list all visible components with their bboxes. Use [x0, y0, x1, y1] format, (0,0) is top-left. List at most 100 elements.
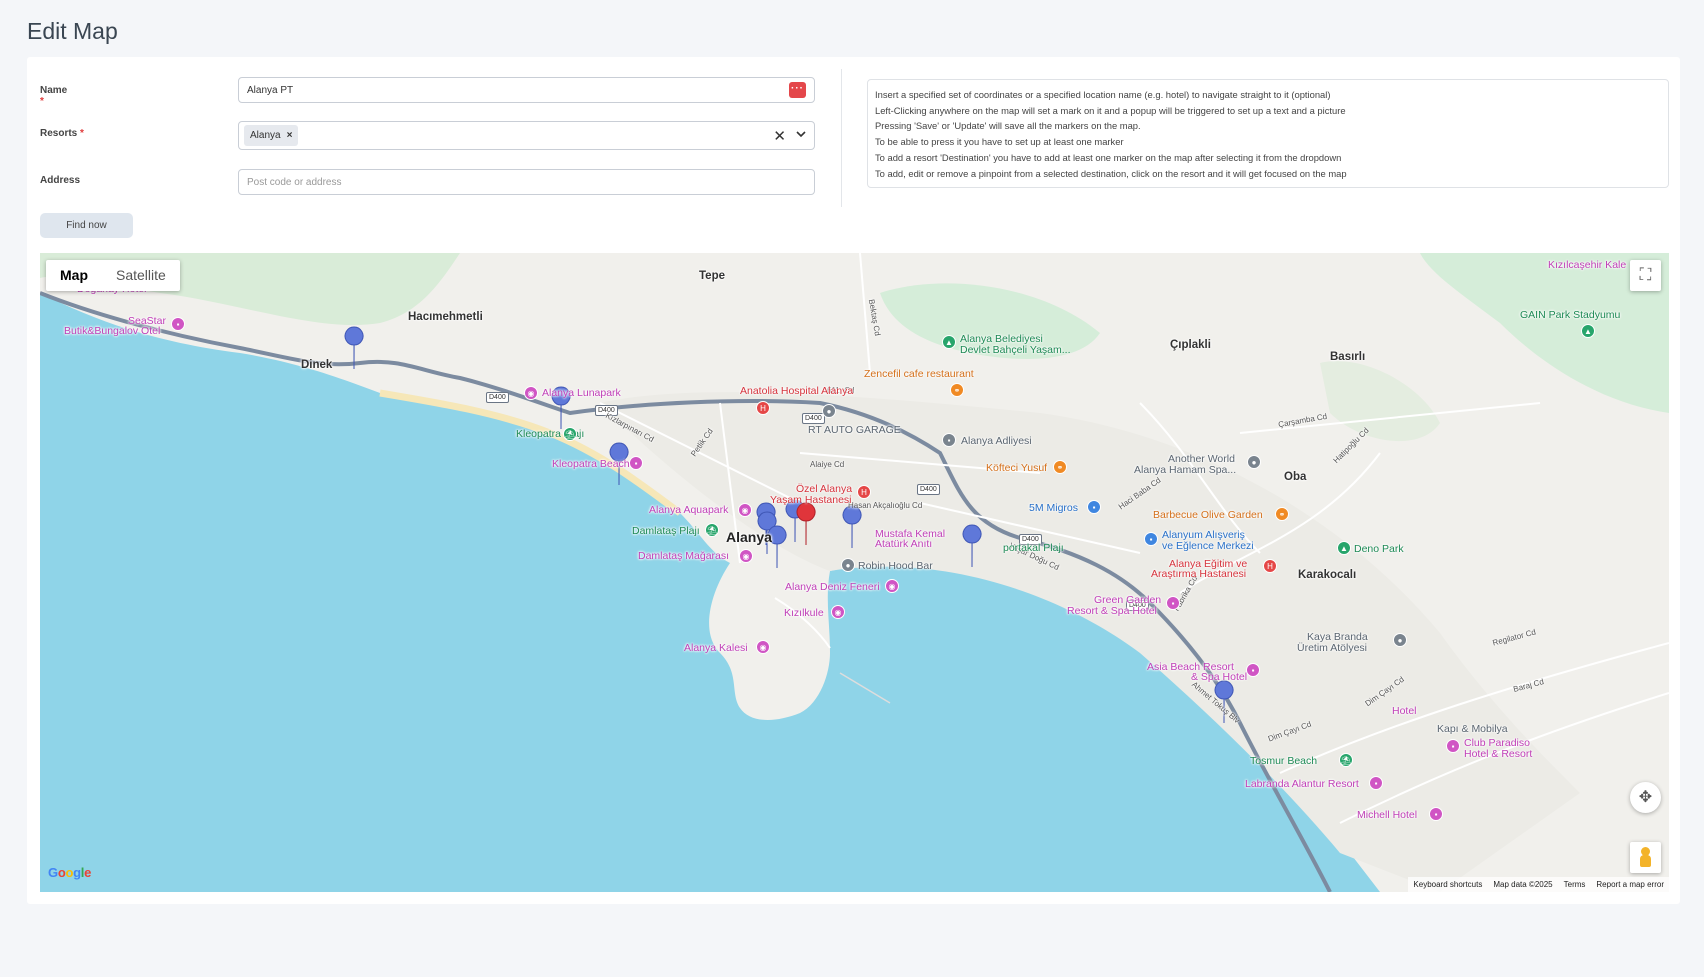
- hotel-icon[interactable]: ▪: [1166, 596, 1180, 610]
- poi-label[interactable]: Zencefil cafe restaurant: [864, 368, 974, 380]
- place-label: Basırlı: [1330, 351, 1366, 363]
- poi-label[interactable]: Robin Hood Bar: [858, 560, 933, 572]
- road-shield: D400: [486, 392, 509, 403]
- name-value: Alanya PT: [247, 85, 294, 96]
- garage-icon[interactable]: ●: [822, 404, 836, 418]
- required-mark: *: [80, 128, 84, 139]
- bar-icon[interactable]: ●: [841, 558, 855, 572]
- pegman-body: [1640, 855, 1651, 867]
- poi-label[interactable]: Butik&Bungalov Otel: [64, 325, 160, 337]
- resorts-select[interactable]: Alanya × ✕: [238, 121, 815, 150]
- castle-icon[interactable]: ◉: [756, 640, 770, 654]
- clear-icon[interactable]: ✕: [773, 127, 786, 145]
- poi-label[interactable]: Tosmur Beach: [1250, 755, 1317, 767]
- poi-label[interactable]: Alanya Deniz Feneri: [785, 581, 880, 593]
- resort-chip: Alanya ×: [244, 125, 299, 146]
- chip-remove-icon[interactable]: ×: [287, 130, 293, 141]
- hotel-icon[interactable]: ▪: [171, 317, 185, 331]
- poi-label[interactable]: RT AUTO GARAGE: [808, 424, 901, 436]
- chevron-down-icon[interactable]: [796, 129, 806, 141]
- street-view-pegman-icon[interactable]: [1630, 842, 1661, 873]
- shopping-icon[interactable]: ▪: [1087, 500, 1101, 514]
- map-type-satellite[interactable]: Satellite: [102, 260, 180, 291]
- poi-label[interactable]: Deno Park: [1354, 543, 1404, 555]
- hospital-icon[interactable]: H: [857, 485, 871, 499]
- shopping-icon[interactable]: ▪: [1144, 532, 1158, 546]
- beach-icon[interactable]: ⛱: [563, 427, 577, 441]
- poi-label[interactable]: Barbecue Olive Garden: [1153, 509, 1263, 521]
- map-canvas[interactable]: Tepe Hacımehmetli Dinek Çıplakli Basırlı…: [40, 253, 1669, 892]
- poi-label[interactable]: Damlataş Plajı: [632, 525, 700, 537]
- lighthouse-icon[interactable]: ◉: [885, 579, 899, 593]
- poi-label[interactable]: Üretim Atölyesi: [1297, 642, 1367, 654]
- restaurant-icon[interactable]: ⚭: [1053, 460, 1067, 474]
- poi-label[interactable]: Devlet Bahçeli Yaşam...: [960, 344, 1071, 356]
- keyboard-shortcuts-link[interactable]: Keyboard shortcuts: [1413, 877, 1482, 892]
- poi-label[interactable]: & Spa Hotel: [1191, 671, 1247, 683]
- hotel-icon[interactable]: ▪: [1429, 807, 1443, 821]
- poi-label[interactable]: Hotel: [1392, 705, 1417, 717]
- spa-icon[interactable]: ●: [1247, 455, 1261, 469]
- poi-label[interactable]: Michell Hotel: [1357, 809, 1417, 821]
- poi-label[interactable]: ve Eğlence Merkezi: [1162, 540, 1254, 552]
- logo-letter: e: [84, 865, 92, 880]
- report-error-link[interactable]: Report a map error: [1596, 877, 1664, 892]
- workshop-icon[interactable]: ●: [1393, 633, 1407, 647]
- poi-label[interactable]: Alanya Lunapark: [542, 387, 621, 399]
- beach-icon[interactable]: ⛱: [705, 523, 719, 537]
- restaurant-icon[interactable]: ⚭: [1275, 507, 1289, 521]
- beach-icon[interactable]: ⛱: [1339, 753, 1353, 767]
- fullscreen-icon[interactable]: ⛶: [1630, 260, 1661, 291]
- address-label: Address: [40, 175, 81, 186]
- attraction-icon[interactable]: ◉: [739, 549, 753, 563]
- name-label-text: Name: [40, 85, 68, 96]
- resorts-label-text: Resorts: [40, 128, 78, 139]
- restaurant-icon[interactable]: ⚭: [950, 383, 964, 397]
- poi-label[interactable]: Alanya Aquapark: [649, 504, 728, 516]
- terms-link[interactable]: Terms: [1564, 877, 1586, 892]
- tower-icon[interactable]: ◉: [831, 605, 845, 619]
- hospital-icon[interactable]: H: [1263, 559, 1277, 573]
- more-options-icon[interactable]: ···: [789, 82, 806, 98]
- hotel-icon[interactable]: ▪: [1246, 663, 1260, 677]
- poi-label[interactable]: 5M Migros: [1029, 502, 1078, 514]
- hotel-icon[interactable]: ▪: [629, 456, 643, 470]
- road-shield: D400: [802, 413, 825, 424]
- map-type-map[interactable]: Map: [46, 260, 102, 291]
- poi-label[interactable]: Hotel & Resort: [1464, 748, 1532, 760]
- poi-label[interactable]: Kapı & Mobilya: [1437, 723, 1508, 735]
- poi-label[interactable]: portakal Plajı: [1003, 542, 1064, 554]
- amusement-icon[interactable]: ◉: [524, 386, 538, 400]
- poi-label[interactable]: Atatürk Anıtı: [875, 538, 932, 550]
- amusement-icon[interactable]: ◉: [738, 503, 752, 517]
- poi-label[interactable]: Araştırma Hastanesi: [1151, 568, 1246, 580]
- poi-label[interactable]: Anatolia Hospital Alanya: [740, 385, 853, 397]
- place-label: Dinek: [301, 359, 333, 371]
- map-attribution: Keyboard shortcuts Map data ©2025 Terms …: [1408, 877, 1669, 892]
- address-input[interactable]: [238, 169, 815, 195]
- road-name: Alaiye Cd: [810, 460, 845, 469]
- hotel-icon[interactable]: ▪: [1446, 739, 1460, 753]
- poi-label[interactable]: Alanya Adliyesi: [961, 435, 1032, 447]
- courthouse-icon[interactable]: ▪: [942, 433, 956, 447]
- poi-label[interactable]: Damlataş Mağarası: [638, 550, 729, 562]
- park-icon[interactable]: ▲: [1337, 541, 1351, 555]
- find-now-button[interactable]: Find now: [40, 213, 133, 238]
- hotel-icon[interactable]: ▪: [1369, 776, 1383, 790]
- poi-label[interactable]: Kızılkule: [784, 607, 824, 619]
- park-icon[interactable]: ▲: [942, 335, 956, 349]
- name-input[interactable]: Alanya PT ···: [238, 77, 815, 103]
- poi-label[interactable]: Alanya Kalesi: [684, 642, 748, 654]
- poi-label[interactable]: Kızılcaşehir Kale: [1548, 259, 1626, 271]
- poi-label[interactable]: Alanya Hamam Spa...: [1134, 464, 1236, 476]
- poi-label[interactable]: Yaşam Hastanesi: [770, 494, 852, 506]
- camera-control-icon[interactable]: ✥: [1630, 782, 1661, 813]
- poi-label[interactable]: Resort & Spa Hotel: [1067, 605, 1157, 617]
- poi-label[interactable]: GAIN Park Stadyumu: [1520, 309, 1620, 321]
- poi-label[interactable]: Köfteci Yusuf: [986, 462, 1047, 474]
- poi-label[interactable]: Labranda Alantur Resort: [1245, 778, 1359, 790]
- stadium-icon[interactable]: ▲: [1581, 324, 1595, 338]
- poi-label[interactable]: Kleopatra Beach: [552, 458, 630, 470]
- hospital-icon[interactable]: H: [756, 401, 770, 415]
- help-box: Insert a specified set of coordinates or…: [867, 79, 1669, 188]
